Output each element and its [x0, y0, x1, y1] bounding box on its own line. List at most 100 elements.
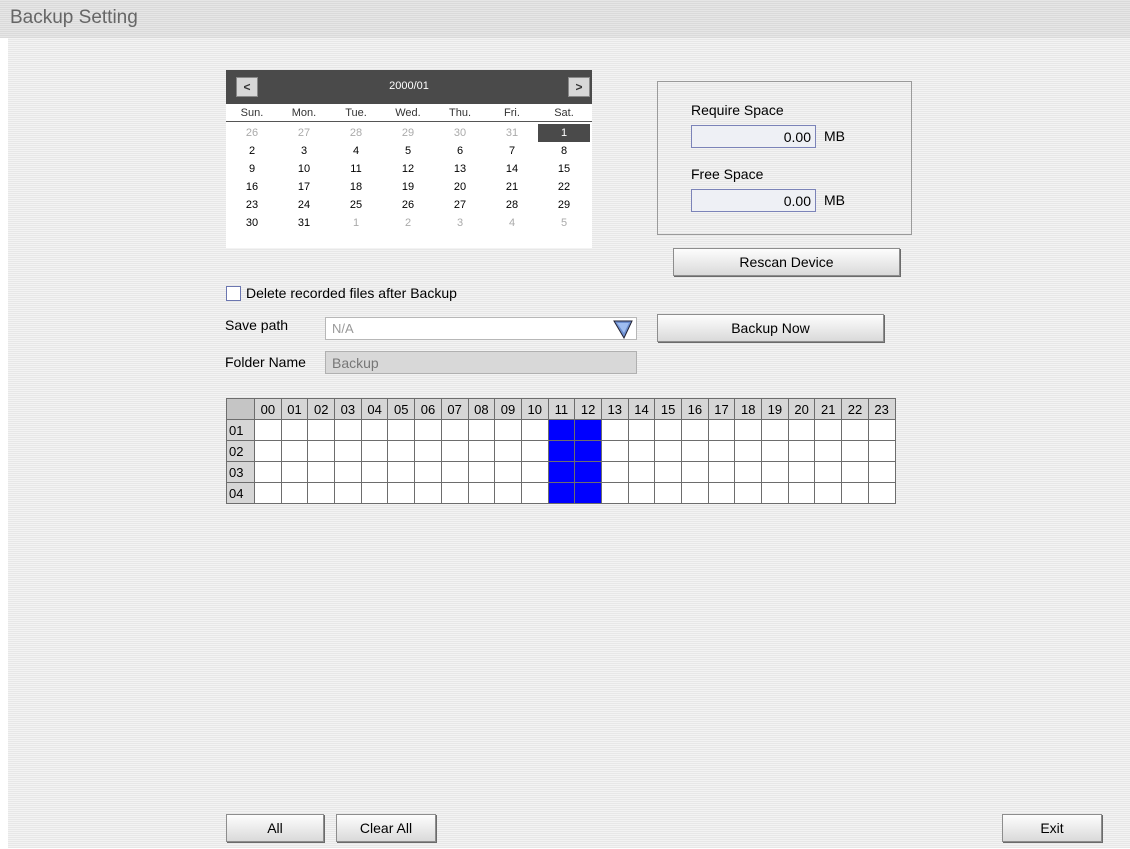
schedule-cell[interactable] [627, 482, 656, 504]
schedule-cell[interactable] [600, 419, 629, 441]
hour-header[interactable]: 05 [387, 398, 416, 420]
schedule-cell[interactable] [654, 461, 682, 483]
hour-header[interactable]: 03 [334, 398, 362, 420]
row-header[interactable]: 01 [226, 419, 255, 441]
calendar-day[interactable]: 12 [382, 160, 434, 178]
schedule-cell[interactable] [787, 461, 816, 483]
calendar-day[interactable]: 18 [330, 178, 382, 196]
calendar-day[interactable]: 11 [330, 160, 382, 178]
schedule-cell[interactable] [841, 440, 869, 462]
schedule-cell[interactable] [467, 419, 496, 441]
schedule-cell[interactable] [681, 461, 709, 483]
schedule-cell[interactable] [707, 461, 736, 483]
schedule-cell[interactable] [334, 482, 362, 504]
schedule-cell[interactable] [414, 482, 442, 504]
schedule-cell[interactable] [654, 440, 682, 462]
schedule-cell[interactable] [360, 419, 389, 441]
schedule-cell[interactable] [547, 461, 576, 483]
schedule-cell[interactable] [734, 419, 763, 441]
schedule-cell[interactable] [520, 419, 549, 441]
calendar-day[interactable]: 31 [486, 124, 538, 142]
calendar-day[interactable]: 27 [434, 196, 486, 214]
clear-all-button[interactable]: Clear All [336, 814, 436, 842]
hour-header[interactable]: 12 [574, 398, 602, 420]
schedule-cell[interactable] [307, 440, 336, 462]
schedule-cell[interactable] [254, 440, 282, 462]
hour-header[interactable]: 18 [734, 398, 763, 420]
next-month-button[interactable]: > [568, 77, 590, 97]
schedule-cell[interactable] [547, 482, 576, 504]
calendar-day[interactable]: 5 [538, 214, 590, 232]
schedule-cell[interactable] [307, 419, 336, 441]
schedule-cell[interactable] [867, 419, 896, 441]
schedule-cell[interactable] [547, 419, 576, 441]
schedule-cell[interactable] [414, 419, 442, 441]
calendar-day[interactable]: 29 [382, 124, 434, 142]
calendar-day[interactable]: 21 [486, 178, 538, 196]
calendar-day[interactable]: 4 [330, 142, 382, 160]
calendar-day[interactable]: 1 [330, 214, 382, 232]
schedule-cell[interactable] [867, 440, 896, 462]
schedule-cell[interactable] [254, 419, 282, 441]
schedule-cell[interactable] [334, 461, 362, 483]
rescan-device-button[interactable]: Rescan Device [673, 248, 900, 276]
row-header[interactable]: 03 [226, 461, 255, 483]
calendar-day[interactable]: 2 [226, 142, 278, 160]
row-header[interactable]: 02 [226, 440, 255, 462]
schedule-cell[interactable] [787, 419, 816, 441]
calendar-day[interactable]: 30 [226, 214, 278, 232]
hour-header[interactable]: 20 [787, 398, 816, 420]
schedule-cell[interactable] [360, 482, 389, 504]
schedule-cell[interactable] [414, 461, 442, 483]
calendar-day[interactable]: 17 [278, 178, 330, 196]
calendar-day[interactable]: 27 [278, 124, 330, 142]
hour-header[interactable]: 08 [467, 398, 496, 420]
schedule-cell[interactable] [467, 440, 496, 462]
all-button[interactable]: All [226, 814, 324, 842]
calendar-day[interactable]: 14 [486, 160, 538, 178]
calendar-day[interactable]: 26 [226, 124, 278, 142]
calendar-day[interactable]: 26 [382, 196, 434, 214]
schedule-cell[interactable] [520, 482, 549, 504]
schedule-cell[interactable] [681, 419, 709, 441]
schedule-cell[interactable] [494, 419, 522, 441]
schedule-cell[interactable] [307, 461, 336, 483]
schedule-cell[interactable] [814, 482, 843, 504]
calendar-day[interactable]: 28 [330, 124, 382, 142]
calendar-day[interactable]: 16 [226, 178, 278, 196]
calendar-day[interactable]: 2 [382, 214, 434, 232]
schedule-cell[interactable] [627, 440, 656, 462]
hour-header[interactable]: 13 [600, 398, 629, 420]
schedule-cell[interactable] [254, 482, 282, 504]
grid-corner[interactable] [226, 398, 255, 420]
calendar-day[interactable]: 24 [278, 196, 330, 214]
schedule-cell[interactable] [867, 482, 896, 504]
schedule-cell[interactable] [681, 440, 709, 462]
schedule-cell[interactable] [520, 461, 549, 483]
schedule-cell[interactable] [387, 482, 416, 504]
schedule-cell[interactable] [520, 440, 549, 462]
calendar-day[interactable]: 15 [538, 160, 590, 178]
calendar-day[interactable]: 23 [226, 196, 278, 214]
schedule-cell[interactable] [254, 461, 282, 483]
calendar-day[interactable]: 6 [434, 142, 486, 160]
schedule-cell[interactable] [280, 440, 309, 462]
schedule-cell[interactable] [414, 440, 442, 462]
schedule-cell[interactable] [761, 419, 789, 441]
hour-header[interactable]: 04 [360, 398, 389, 420]
calendar-day[interactable]: 25 [330, 196, 382, 214]
hour-header[interactable]: 15 [654, 398, 682, 420]
schedule-cell[interactable] [814, 419, 843, 441]
calendar-day[interactable]: 10 [278, 160, 330, 178]
save-path-dropdown[interactable]: N/A [325, 317, 637, 340]
schedule-cell[interactable] [467, 461, 496, 483]
schedule-cell[interactable] [387, 419, 416, 441]
schedule-cell[interactable] [787, 482, 816, 504]
schedule-cell[interactable] [627, 461, 656, 483]
hour-header[interactable]: 23 [867, 398, 896, 420]
schedule-cell[interactable] [494, 440, 522, 462]
hour-header[interactable]: 21 [814, 398, 843, 420]
hour-header[interactable]: 19 [761, 398, 789, 420]
schedule-cell[interactable] [761, 482, 789, 504]
schedule-cell[interactable] [280, 461, 309, 483]
